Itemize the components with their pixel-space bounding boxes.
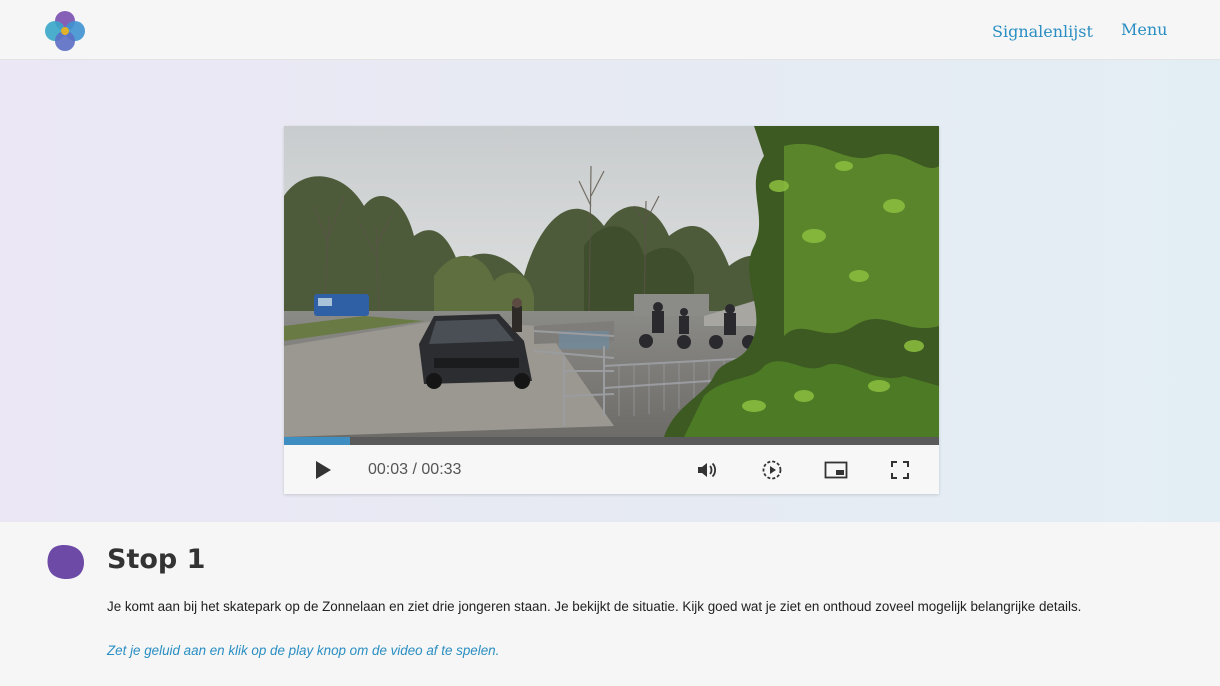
- volume-button[interactable]: [692, 455, 722, 485]
- nav-menu-link[interactable]: Menu: [1121, 20, 1167, 39]
- video-still-image: [284, 126, 939, 437]
- video-progress-bar[interactable]: [284, 437, 939, 445]
- play-icon: [316, 461, 331, 479]
- picture-in-picture-button[interactable]: [821, 455, 851, 485]
- video-frame[interactable]: [284, 126, 939, 437]
- picture-in-picture-icon: [824, 461, 848, 479]
- fullscreen-button[interactable]: [885, 455, 915, 485]
- fullscreen-icon: [891, 461, 909, 479]
- video-controls: 00:03 / 00:33: [284, 445, 939, 494]
- logo-icon[interactable]: [42, 9, 88, 55]
- stop-content: Stop 1 Je komt aan bij het skatepark op …: [0, 522, 1220, 686]
- volume-icon: [698, 462, 717, 478]
- site-header: Signalenlijst Menu: [0, 0, 1220, 60]
- nav-signalenlijst-link[interactable]: Signalenlijst: [992, 22, 1093, 41]
- playback-speed-button[interactable]: [757, 455, 787, 485]
- video-player: 00:03 / 00:33: [284, 126, 939, 494]
- video-duration: 00:33: [421, 461, 462, 478]
- video-time-display: 00:03 / 00:33: [368, 461, 461, 479]
- play-button[interactable]: [308, 455, 338, 485]
- play-instruction: Zet je geluid aan en klik op de play kno…: [107, 643, 500, 658]
- time-separator: /: [412, 461, 417, 478]
- playback-speed-icon: [762, 460, 782, 480]
- stop-marker-icon: [46, 543, 86, 581]
- current-time: 00:03: [368, 461, 409, 478]
- video-progress-fill: [284, 437, 350, 445]
- stop-title: Stop 1: [107, 544, 206, 575]
- stop-description: Je komt aan bij het skatepark op de Zonn…: [107, 599, 1082, 614]
